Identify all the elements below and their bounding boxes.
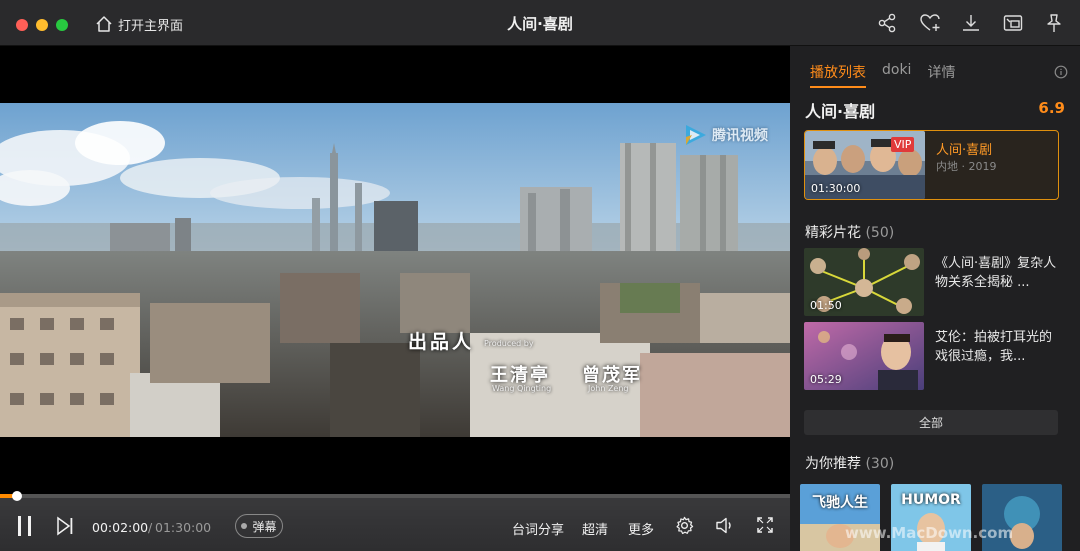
active-tab-indicator	[810, 86, 866, 88]
next-episode-button[interactable]	[56, 516, 74, 536]
danmu-label: 弹幕	[252, 519, 277, 534]
player-control-bar: 00:02:00 / 01:30:00 弹幕 台词分享 超清 更多	[0, 491, 790, 551]
settings-gear-icon[interactable]	[675, 516, 694, 535]
more-button[interactable]: 更多	[628, 519, 654, 538]
episode-duration: 01:30:00	[811, 182, 861, 195]
progress-bar[interactable]	[0, 491, 790, 501]
clips-section-title: 精彩片花 (50)	[805, 222, 894, 242]
clip-thumbnail: 01:50	[804, 248, 924, 316]
download-icon[interactable]	[960, 12, 982, 34]
clip-item[interactable]: 01:50 《人间·喜剧》复杂人物关系全揭秘 ...	[804, 248, 1066, 318]
sidebar-tabs: 播放列表 doki 详情	[810, 62, 955, 88]
recommendation-title: 飞驰人生	[812, 495, 868, 511]
tab-details[interactable]: 详情	[927, 62, 955, 88]
danmu-toggle[interactable]: 弹幕	[235, 514, 283, 538]
open-main-window-button[interactable]: 打开主界面	[95, 14, 183, 34]
current-episode-card[interactable]: 01:30:00 VIP 人间·喜剧 内地 · 2019	[804, 130, 1059, 200]
tab-playlist[interactable]: 播放列表	[810, 62, 866, 88]
episode-thumbnail: 01:30:00 VIP	[805, 131, 925, 199]
recommend-section-count: (30)	[865, 456, 895, 472]
heart-plus-icon[interactable]	[919, 12, 941, 34]
info-icon[interactable]	[1054, 65, 1068, 79]
recommend-section-title: 为你推荐 (30)	[805, 453, 894, 473]
quality-button[interactable]: 超清	[582, 519, 608, 538]
open-main-window-label: 打开主界面	[118, 18, 184, 34]
site-watermark: www.MacDown.com	[845, 524, 1014, 542]
current-time: 00:02:00	[92, 520, 149, 535]
time-separator: /	[148, 520, 153, 535]
pin-icon[interactable]	[1043, 12, 1065, 34]
fullscreen-icon[interactable]	[756, 516, 774, 534]
episode-meta: 内地 · 2019	[936, 160, 997, 173]
share-icon[interactable]	[876, 12, 898, 34]
view-all-clips-button[interactable]: 全部	[804, 410, 1058, 435]
minimize-window-button[interactable]	[36, 19, 48, 31]
vip-badge: VIP	[891, 137, 915, 152]
video-player[interactable]: 出品人 Produced by 王清亭 Wang Qingting 曾茂军 Jo…	[0, 46, 790, 494]
clips-section-label: 精彩片花	[805, 225, 861, 241]
pause-button[interactable]	[16, 516, 34, 536]
clip-duration: 05:29	[810, 373, 842, 386]
recommendation-title: HUMOR	[901, 492, 961, 508]
clip-title: 艾伦：拍被打耳光的戏很过瘾，我...	[935, 330, 1053, 364]
zoom-window-button[interactable]	[56, 19, 68, 31]
video-frame-city-scene: 出品人 Produced by 王清亭 Wang Qingting 曾茂军 Jo…	[0, 103, 790, 437]
title-bar: 打开主界面 人间·喜剧	[0, 0, 1080, 46]
subtitle-share-button[interactable]: 台词分享	[512, 519, 564, 538]
danmu-off-dot-icon	[241, 523, 248, 529]
playlist-sidebar: 播放列表 doki 详情 人间·喜剧 6.9 01:30:00 VIP 人间·喜…	[790, 46, 1080, 551]
close-window-button[interactable]	[16, 19, 28, 31]
tab-doki[interactable]: doki	[882, 62, 911, 88]
volume-icon[interactable]	[715, 516, 735, 535]
episode-title: 人间·喜剧	[936, 143, 993, 158]
total-time: 01:30:00	[155, 520, 212, 535]
clip-duration: 01:50	[810, 299, 842, 312]
show-score: 6.9	[1038, 99, 1065, 117]
clip-item[interactable]: 05:29 艾伦：拍被打耳光的戏很过瘾，我...	[804, 322, 1066, 392]
clip-title: 《人间·喜剧》复杂人物关系全揭秘 ...	[935, 256, 1057, 290]
progress-knob[interactable]	[12, 491, 23, 501]
recommend-section-label: 为你推荐	[805, 456, 861, 472]
clip-thumbnail: 05:29	[804, 322, 924, 390]
mini-window-icon[interactable]	[1002, 12, 1024, 34]
clips-section-count: (50)	[865, 225, 895, 241]
home-icon	[96, 16, 112, 32]
show-title: 人间·喜剧	[805, 102, 876, 121]
